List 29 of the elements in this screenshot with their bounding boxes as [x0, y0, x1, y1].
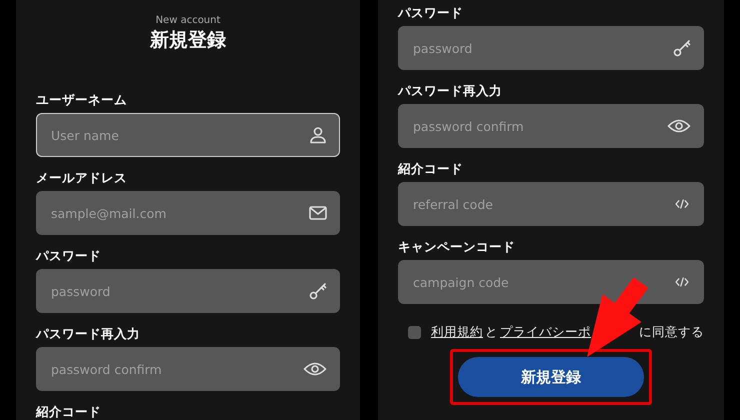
- key-icon: [672, 38, 692, 58]
- input-field[interactable]: password: [398, 26, 704, 70]
- terms-link[interactable]: 利用規約: [431, 324, 483, 341]
- input-field[interactable]: sample@mail.com: [36, 191, 340, 235]
- field-label: 紹介コード: [398, 160, 464, 178]
- agree-text: に同意する: [639, 324, 704, 341]
- agree-text: と: [485, 324, 498, 341]
- field-label: パスワード: [36, 247, 102, 265]
- input-field[interactable]: password confirm: [36, 347, 340, 391]
- person-icon: [308, 125, 328, 145]
- agree-checkbox[interactable]: [408, 326, 421, 339]
- field-label: メールアドレス: [36, 169, 128, 187]
- register-button[interactable]: 新規登録: [458, 357, 644, 397]
- input-field[interactable]: User name: [36, 113, 340, 157]
- input-field[interactable]: campaign code: [398, 260, 704, 304]
- field-label: キャンペーンコード: [398, 238, 516, 256]
- field-label: パスワード再入力: [36, 325, 141, 343]
- privacy-policy-link[interactable]: プライバシーポ: [500, 324, 591, 341]
- page-title: 新規登録: [150, 28, 226, 53]
- key-icon: [308, 281, 328, 301]
- field-label: パスワード再入力: [398, 82, 503, 100]
- input-field[interactable]: password confirm: [398, 104, 704, 148]
- field-label: ユーザーネーム: [36, 91, 128, 109]
- input-field[interactable]: password: [36, 269, 340, 313]
- field-label: パスワード: [398, 4, 464, 22]
- subtitle: New account: [156, 14, 220, 27]
- mail-icon: [308, 203, 328, 223]
- field-label: 紹介コード: [36, 403, 102, 420]
- input-field[interactable]: referral code: [398, 182, 704, 226]
